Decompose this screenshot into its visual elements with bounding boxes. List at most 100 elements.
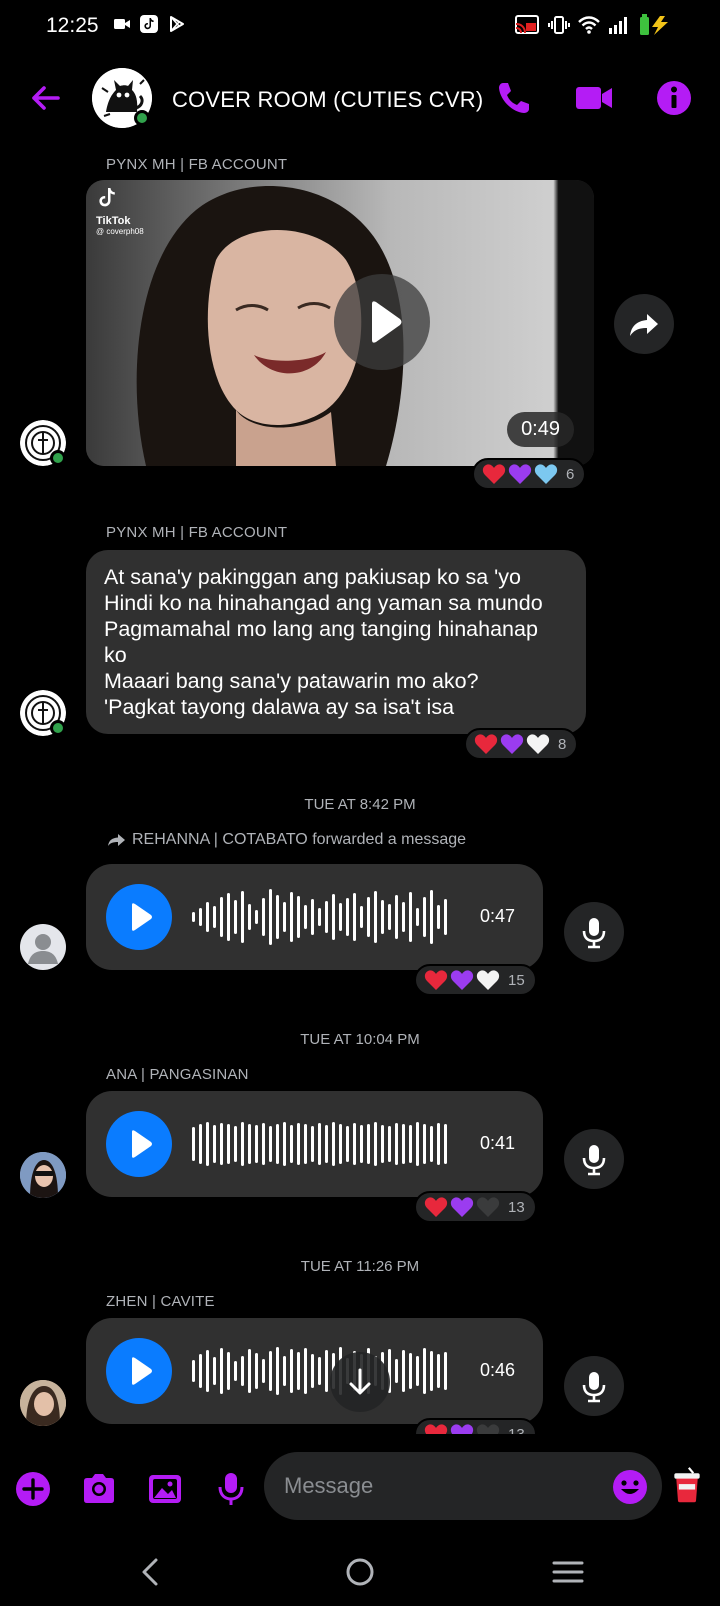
waveform-bar xyxy=(227,1352,230,1390)
audio-waveform xyxy=(192,1347,447,1395)
play-icon xyxy=(372,301,402,343)
waveform-bar xyxy=(339,903,342,931)
voice-reply-button[interactable] xyxy=(564,1129,624,1189)
waveform-bar xyxy=(416,908,419,926)
reactions-pill[interactable]: 6 xyxy=(472,458,587,490)
message-input[interactable] xyxy=(284,1470,584,1502)
voice-message-bubble[interactable]: 0:41 xyxy=(86,1091,543,1197)
waveform-bar xyxy=(283,902,286,932)
system-navigation-bar xyxy=(0,1540,720,1606)
white-heart-icon xyxy=(526,734,550,754)
message-line: Maaari bang sana'y patawarin mo ako? xyxy=(104,669,479,693)
reaction-count: 13 xyxy=(508,1425,525,1435)
waveform-bar xyxy=(311,1126,314,1162)
voice-play-button[interactable] xyxy=(106,884,172,950)
waveform-bar xyxy=(381,900,384,934)
voice-message-bubble[interactable]: 0:47 xyxy=(86,864,543,970)
status-time: 12:25 xyxy=(46,14,99,37)
back-arrow-icon[interactable] xyxy=(28,80,64,116)
voice-play-button[interactable] xyxy=(106,1338,172,1404)
reactions-pill[interactable]: 8 xyxy=(464,728,579,760)
home-nav-icon[interactable] xyxy=(338,1550,382,1594)
waveform-bar xyxy=(437,1123,440,1165)
waveform-bar xyxy=(437,905,440,929)
waveform-bar xyxy=(325,1125,328,1163)
waveform-bar xyxy=(290,1349,293,1393)
reaction-count: 13 xyxy=(508,1198,525,1216)
waveform-bar xyxy=(206,902,209,932)
waveform-bar xyxy=(248,1349,251,1393)
waveform-bar xyxy=(444,1352,447,1390)
black-heart-icon xyxy=(476,1424,500,1434)
waveform-bar xyxy=(402,902,405,932)
waveform-bar xyxy=(311,899,314,935)
info-icon[interactable] xyxy=(654,78,694,118)
reactions-pill[interactable]: 15 xyxy=(414,964,537,996)
tiktok-logo-icon xyxy=(99,188,115,207)
waveform-bar xyxy=(262,1359,265,1383)
waveform-bar xyxy=(248,904,251,930)
conversation-header: COVER ROOM (CUTIES CVR) xyxy=(0,60,720,136)
emoji-icon[interactable] xyxy=(612,1469,648,1505)
video-call-icon[interactable] xyxy=(574,78,614,118)
play-icon xyxy=(132,1357,152,1385)
voice-reply-button[interactable] xyxy=(564,902,624,962)
waveform-bar xyxy=(255,1353,258,1389)
audio-waveform xyxy=(192,1122,447,1166)
waveform-bar xyxy=(374,1122,377,1166)
plus-icon[interactable] xyxy=(14,1470,52,1508)
sender-name: ZHEN | CAVITE xyxy=(106,1293,215,1310)
waveform-bar xyxy=(234,1126,237,1162)
conversation-title[interactable]: COVER ROOM (CUTIES CVR) xyxy=(172,87,483,113)
voice-duration: 0:47 xyxy=(479,906,515,926)
phone-call-icon[interactable] xyxy=(494,78,534,118)
default-avatar[interactable] xyxy=(20,924,66,970)
text-message-bubble[interactable]: At sana'y pakinggan ang pakiusap ko sa '… xyxy=(86,550,586,734)
waveform-bar xyxy=(241,891,244,943)
drink-sticker-icon[interactable] xyxy=(668,1466,706,1504)
reactions-pill[interactable]: 13 xyxy=(414,1418,537,1434)
recents-nav-icon[interactable] xyxy=(546,1550,590,1594)
back-nav-icon[interactable] xyxy=(130,1550,174,1594)
waveform-bar xyxy=(304,905,307,929)
voice-reply-button[interactable] xyxy=(564,1356,624,1416)
purple-heart-icon xyxy=(508,464,532,484)
arrow-down-icon xyxy=(349,1368,371,1395)
reactions-pill[interactable]: 13 xyxy=(414,1191,537,1223)
play-icon xyxy=(132,1130,152,1158)
waveform-bar xyxy=(255,1125,258,1163)
waveform-bar xyxy=(430,1351,433,1391)
video-attachment[interactable]: TikTok @ coverph08 0:49 xyxy=(86,180,594,466)
blue-heart-icon xyxy=(534,464,558,484)
waveform-bar xyxy=(416,1122,419,1166)
gallery-icon[interactable] xyxy=(146,1470,184,1508)
waveform-bar xyxy=(269,1351,272,1391)
scroll-to-bottom-button[interactable] xyxy=(330,1352,390,1412)
signal-icon xyxy=(609,17,627,34)
timestamp-divider: TUE AT 8:42 PM xyxy=(304,796,416,813)
waveform-bar xyxy=(367,1124,370,1164)
message-line: Pagmamahal mo lang ang tanging hinahanap xyxy=(104,617,538,641)
waveform-bar xyxy=(290,1125,293,1163)
voice-play-button[interactable] xyxy=(106,1111,172,1177)
online-indicator xyxy=(50,450,66,466)
microphone-icon[interactable] xyxy=(212,1470,250,1508)
share-button[interactable] xyxy=(614,294,674,354)
purple-heart-icon xyxy=(450,1197,474,1217)
waveform-bar xyxy=(381,1125,384,1163)
play-store-notification-icon xyxy=(170,16,184,32)
black-heart-icon xyxy=(476,1197,500,1217)
voice-duration: 0:41 xyxy=(479,1133,515,1153)
timestamp-divider: TUE AT 11:26 PM xyxy=(300,1258,420,1275)
message-line: ko xyxy=(104,643,127,667)
sender-avatar[interactable] xyxy=(20,1152,66,1198)
camera-icon[interactable] xyxy=(80,1470,118,1508)
message-line: Hindi ko na hinahangad ang yaman sa mund… xyxy=(104,591,543,615)
waveform-bar xyxy=(290,892,293,942)
cast-icon xyxy=(515,15,539,34)
red-heart-icon xyxy=(482,464,506,484)
waveform-bar xyxy=(220,1123,223,1165)
waveform-bar xyxy=(423,1124,426,1164)
video-play-button[interactable] xyxy=(334,274,430,370)
waveform-bar xyxy=(353,1123,356,1165)
